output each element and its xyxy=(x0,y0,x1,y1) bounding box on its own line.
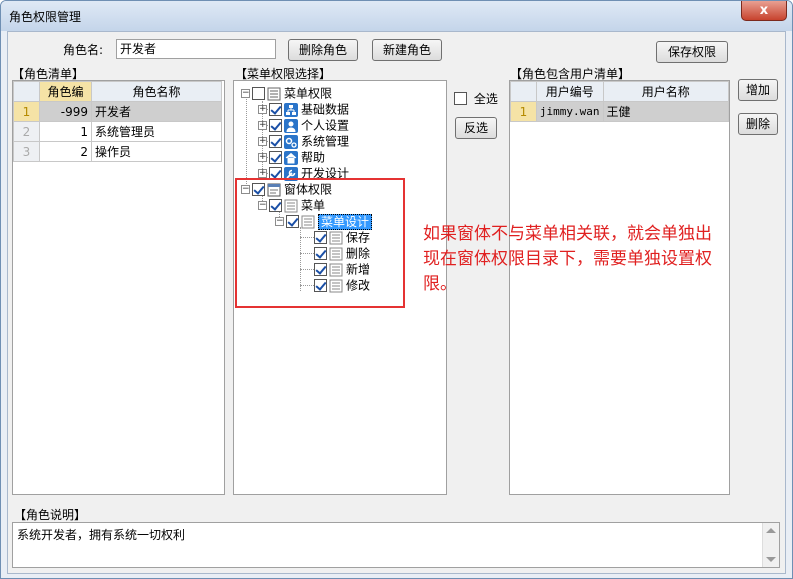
description-title: 【角色说明】 xyxy=(14,508,87,522)
select-all-checkbox[interactable]: 全选 xyxy=(454,90,498,107)
close-button[interactable]: x xyxy=(741,1,787,21)
description-textarea[interactable]: 系统开发者，拥有系统一切权利 xyxy=(12,522,780,568)
scroll-up-icon[interactable] xyxy=(766,528,776,533)
remove-user-button[interactable]: 删除 xyxy=(738,113,778,135)
invert-selection-button[interactable]: 反选 xyxy=(455,117,497,139)
role-table: 角色编 角色名称 1 -999 开发者 2 1 系统管理员 3 2 操作员 xyxy=(13,81,222,162)
collapse-icon[interactable]: − xyxy=(241,89,250,98)
column-header-user-code[interactable]: 用户编号 xyxy=(535,81,604,102)
tree-checkbox[interactable] xyxy=(269,151,282,164)
expand-icon[interactable]: + xyxy=(258,121,267,130)
tree-node-personal-settings[interactable]: + 个人设置 xyxy=(258,117,349,133)
column-header-role-id[interactable]: 角色编 xyxy=(39,81,92,102)
save-permissions-button[interactable]: 保存权限 xyxy=(656,41,728,63)
window-title: 角色权限管理 xyxy=(9,10,82,24)
tree-checkbox[interactable] xyxy=(269,103,282,116)
tree-node-help[interactable]: + 帮助 xyxy=(258,149,325,165)
expand-icon[interactable]: + xyxy=(258,105,267,114)
delete-role-button[interactable]: 删除角色 xyxy=(288,39,358,61)
tree-checkbox[interactable] xyxy=(269,135,282,148)
scroll-down-icon[interactable] xyxy=(766,557,776,562)
role-list-grid: 角色编 角色名称 1 -999 开发者 2 1 系统管理员 3 2 操作员 xyxy=(12,80,225,495)
add-user-button[interactable]: 增加 xyxy=(738,79,778,101)
column-header-role-name[interactable]: 角色名称 xyxy=(91,81,222,102)
table-row[interactable]: 1 -999 开发者 xyxy=(13,101,222,122)
org-chart-icon xyxy=(284,102,298,117)
menu-icon xyxy=(267,87,281,101)
user-icon xyxy=(284,118,298,133)
column-header-user-name[interactable]: 用户名称 xyxy=(602,81,730,102)
annotation-text: 如果窗体不与菜单相关联，就会单独出 现在窗体权限目录下，需要单独设置权 限。 xyxy=(423,224,712,294)
description-scrollbar[interactable] xyxy=(762,523,779,567)
tree-node-basic-data[interactable]: + 基础数据 xyxy=(258,101,349,117)
tree-checkbox[interactable] xyxy=(252,87,265,100)
window: 角色权限管理 x 角色名: 开发者 删除角色 新建角色 保存权限 【角色清单】 … xyxy=(0,0,793,579)
tree-node-menu-permissions[interactable]: − 菜单权限 xyxy=(241,85,332,101)
checkbox-box[interactable] xyxy=(454,92,467,105)
home-icon xyxy=(284,150,298,165)
table-row[interactable]: 3 2 操作员 xyxy=(13,141,222,162)
table-row[interactable]: 2 1 系统管理员 xyxy=(13,121,222,142)
client-area: 角色名: 开发者 删除角色 新建角色 保存权限 【角色清单】 角色编 角色名称 … xyxy=(7,31,786,574)
expand-icon[interactable]: + xyxy=(258,169,267,178)
title-bar: 角色权限管理 x xyxy=(1,1,792,31)
new-role-button[interactable]: 新建角色 xyxy=(372,39,442,61)
role-name-label: 角色名: xyxy=(63,43,104,57)
users-table: 用户编号 用户名称 1 jimmy.wan 王健 xyxy=(510,81,730,122)
highlight-box xyxy=(235,178,405,308)
gears-icon xyxy=(284,134,298,149)
expand-icon[interactable]: + xyxy=(258,137,267,146)
role-name-input[interactable]: 开发者 xyxy=(116,39,276,59)
expand-icon[interactable]: + xyxy=(258,153,267,162)
table-row[interactable]: 1 jimmy.wan 王健 xyxy=(510,101,730,122)
tree-node-system-management[interactable]: + 系统管理 xyxy=(258,133,349,149)
tree-checkbox[interactable] xyxy=(269,119,282,132)
select-all-label: 全选 xyxy=(473,92,498,106)
